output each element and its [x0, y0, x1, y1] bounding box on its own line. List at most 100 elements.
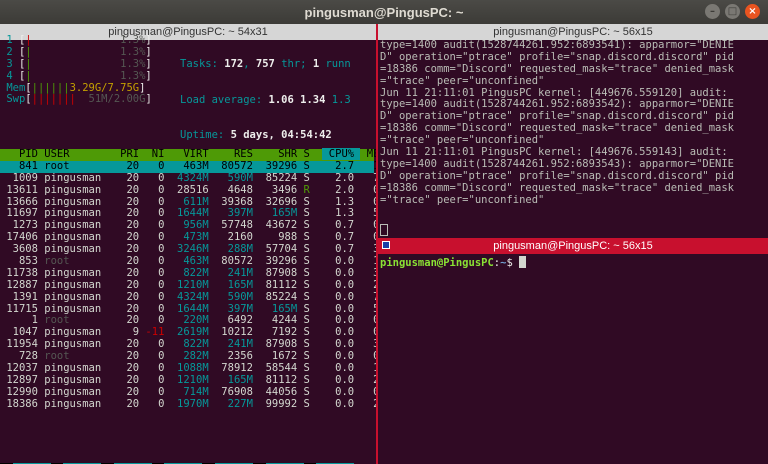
cell-s: S: [303, 159, 323, 172]
cell-cpu: 0.7: [322, 231, 361, 244]
terminal-icon: [382, 241, 390, 249]
column-header-shr[interactable]: SHR: [259, 148, 303, 160]
log-line: D" operation="ptrace" profile="snap.disc…: [380, 169, 735, 182]
cpu-number: 2: [0, 45, 19, 58]
htop-view[interactable]: 1 [| 1.3%] 2 [| 1.3%] 3 [| 1.3%] 4 [| 1.…: [0, 34, 376, 410]
cell-mem: 0.5: [360, 196, 376, 208]
cell-ni: 0: [145, 159, 171, 172]
threads-count: 757: [255, 57, 275, 70]
cell-user: pingusman: [44, 207, 114, 220]
cell-cpu: 0.0: [322, 326, 361, 339]
mem-label: Mem: [0, 81, 26, 94]
cell-res: 590M: [214, 171, 260, 184]
log-line: D" operation="ptrace" profile="snap.disc…: [380, 50, 735, 63]
bottom-right-terminal-pane[interactable]: pingusman@PingusPC: ~ 56x15 pingusman@Pi…: [378, 238, 768, 464]
column-header-s[interactable]: S: [304, 148, 323, 160]
cell-pid: 11738: [0, 266, 45, 279]
process-row[interactable]: 18386 pingusman 20 0 1970M 227M 99992 S …: [0, 398, 376, 411]
cell-ni: 0: [145, 302, 171, 315]
cpu-meters: 1 [| 1.3%] 2 [| 1.3%] 3 [| 1.3%] 4 [| 1.…: [0, 34, 151, 106]
top-right-pane-title: pingusman@PingusPC: ~ 56x15: [378, 24, 768, 40]
column-header-pri[interactable]: PRI: [114, 148, 146, 160]
minimize-icon[interactable]: –: [705, 4, 720, 19]
cell-cpu: 1.3: [322, 195, 361, 208]
cell-shr: 81112: [259, 278, 304, 291]
cell-shr: 81112: [259, 373, 304, 386]
column-header-user[interactable]: USER: [44, 148, 114, 160]
cell-ni: 0: [145, 290, 171, 303]
cpu-pct: 1.3%: [31, 45, 146, 58]
shell-prompt-line[interactable]: pingusman@PingusPC:~$: [378, 256, 768, 270]
cell-pri: 20: [113, 195, 146, 208]
cell-ni: 0: [145, 243, 171, 256]
left-terminal-pane[interactable]: pingusman@PingusPC: ~ 54x31 1 [| 1.3%] 2…: [0, 24, 376, 464]
cell-shr: 3496: [259, 183, 304, 196]
cell-virt: 611M: [170, 195, 215, 208]
cell-pid: 11954: [0, 338, 45, 351]
cell-pri: 20: [113, 385, 146, 398]
maximize-icon[interactable]: □: [725, 4, 740, 19]
top-right-terminal-pane[interactable]: pingusman@PingusPC: ~ 56x15 type=1400 au…: [378, 24, 768, 238]
cell-ni: 0: [145, 207, 171, 220]
cell-pid: 11697: [0, 207, 45, 220]
swap-value: 51M/2.00G: [75, 93, 146, 106]
cell-pri: 20: [113, 350, 146, 363]
cell-pri: 20: [113, 159, 146, 172]
cell-shr: 39296: [259, 255, 304, 268]
cell-user: pingusman: [44, 219, 114, 232]
column-header-res[interactable]: RES: [215, 148, 259, 160]
cell-cpu: 2.0: [322, 183, 361, 196]
cell-shr: 988: [259, 231, 304, 244]
cell-virt: 4324M: [170, 290, 215, 303]
cell-cpu: 0.0: [322, 350, 361, 363]
cell-pri: 20: [113, 290, 146, 303]
cell-pri: 20: [113, 231, 146, 244]
log-line: ="trace" peer="unconfined": [380, 193, 545, 206]
cell-cpu: 2.7: [322, 159, 361, 172]
column-header-mem-pct[interactable]: MEM%: [360, 148, 376, 160]
cell-s: S: [303, 290, 323, 303]
cell-s: S: [303, 350, 323, 363]
cell-mem: 3.0: [360, 267, 376, 279]
cell-virt: 2619M: [170, 326, 215, 339]
process-table[interactable]: PID USER PRI NI VIRT RES SHR S CPU% MEM%…: [0, 148, 376, 411]
cell-shr: 87908: [259, 338, 304, 351]
cell-res: 288M: [214, 243, 260, 256]
syslog-output: type=1400 audit(1528744261.952:6893541):…: [378, 39, 735, 206]
cell-s: S: [303, 207, 323, 220]
cell-virt: 282M: [170, 350, 215, 363]
cell-shr: 87908: [259, 266, 304, 279]
cell-res: 39368: [214, 195, 260, 208]
cell-s: S: [303, 255, 323, 268]
cell-shr: 85224: [259, 290, 304, 303]
cell-user: pingusman: [44, 338, 114, 351]
cell-s: S: [303, 385, 323, 398]
cell-virt: 1210M: [170, 278, 215, 291]
cell-res: 10212: [214, 326, 260, 339]
cell-s: S: [303, 314, 323, 327]
cell-virt: 4324M: [170, 171, 215, 184]
cell-pri: 20: [113, 207, 146, 220]
bottom-right-pane-title: pingusman@PingusPC: ~ 56x15: [378, 238, 768, 254]
cell-mem: 7.4: [360, 291, 376, 303]
log-line: ="trace" peer="unconfined": [380, 74, 545, 87]
cell-s: S: [303, 231, 323, 244]
cell-shr: 165M: [259, 302, 304, 315]
cell-pri: 20: [113, 171, 146, 184]
cell-pid: 12037: [0, 362, 45, 375]
cell-virt: 3246M: [170, 243, 215, 256]
column-header-cpu-pct[interactable]: CPU%: [322, 148, 361, 160]
cell-user: root: [44, 350, 114, 363]
tasks-label: Tasks:: [180, 57, 218, 70]
column-header-ni[interactable]: NI: [145, 148, 170, 160]
cell-pid: 1009: [0, 171, 45, 184]
cell-shr: 43672: [259, 219, 304, 232]
cell-ni: 0: [145, 171, 171, 184]
column-header-pid[interactable]: PID: [0, 148, 44, 160]
close-icon[interactable]: ×: [745, 4, 760, 19]
cell-cpu: 0.0: [322, 290, 361, 303]
column-header-virt[interactable]: VIRT: [171, 148, 215, 160]
cell-user: pingusman: [44, 231, 114, 244]
cell-shr: 58544: [259, 362, 304, 375]
cell-s: S: [303, 278, 323, 291]
